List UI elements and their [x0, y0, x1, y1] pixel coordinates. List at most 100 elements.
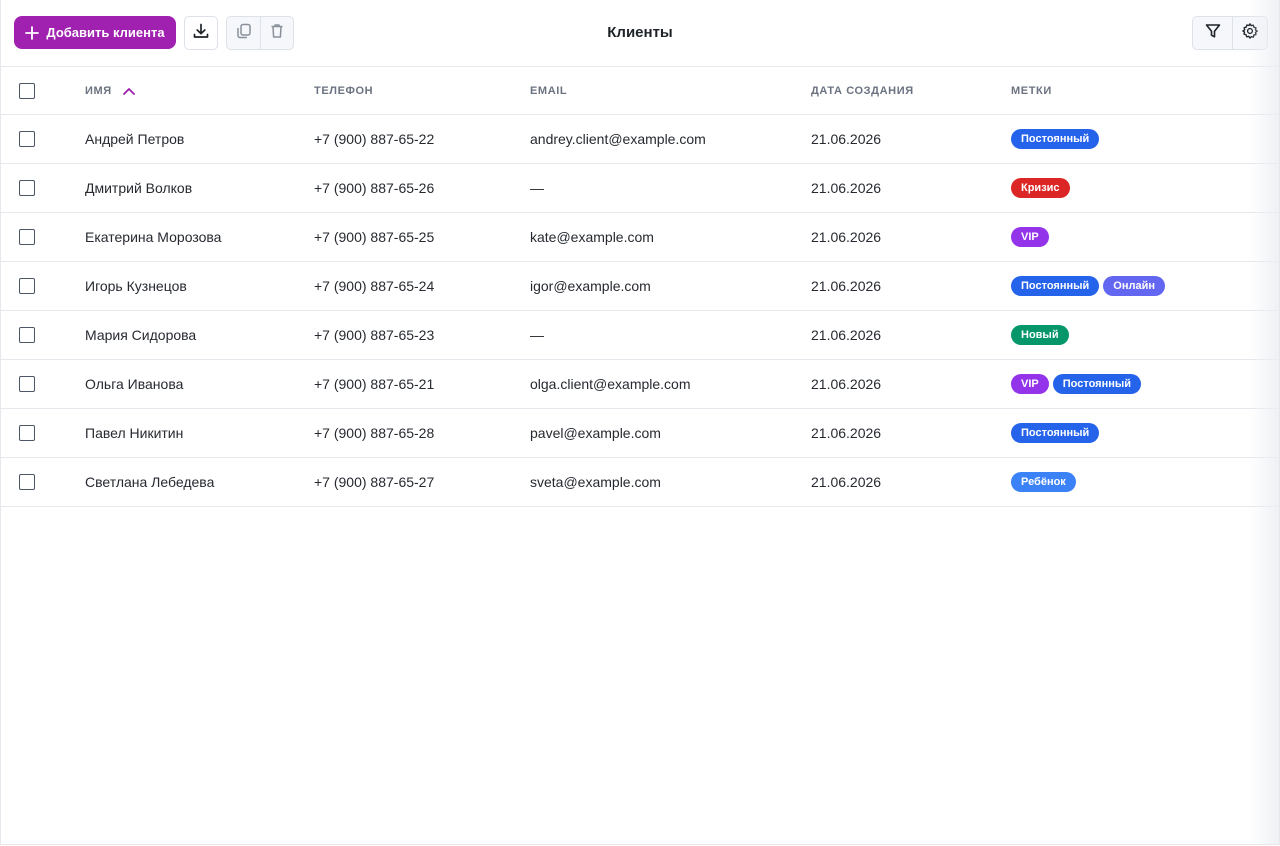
client-created-date-text: 21.06.2026	[811, 180, 882, 196]
tag-badge[interactable]: Ребёнок	[1011, 472, 1076, 492]
client-phone: +7 (900) 887-65-25	[314, 213, 434, 261]
client-phone: +7 (900) 887-65-28	[314, 409, 434, 457]
column-header-date[interactable]: Дата создания	[811, 67, 914, 114]
client-created-date-text: 21.06.2026	[811, 131, 882, 147]
client-email-text: olga.client@example.com	[530, 376, 691, 392]
row-checkbox[interactable]	[19, 180, 35, 196]
client-phone: +7 (900) 887-65-23	[314, 311, 434, 359]
row-select-cell	[19, 115, 35, 163]
client-tags: VIP Постоянный	[1011, 360, 1142, 408]
clients-table: Имя Телефон Email Дата создания Метки Ан…	[1, 67, 1279, 507]
table-row[interactable]: Андрей Петров +7 (900) 887-65-22 andrey.cl…	[1, 115, 1279, 164]
client-created-date: 21.06.2026	[811, 115, 881, 163]
client-name-text: Андрей Петров	[85, 131, 185, 147]
column-header-name[interactable]: Имя	[85, 67, 136, 114]
client-created-date: 21.06.2026	[811, 409, 881, 457]
client-email: sveta@example.com	[530, 458, 661, 506]
row-select-cell	[19, 164, 35, 212]
client-phone-text: +7 (900) 887-65-22	[314, 131, 435, 147]
client-phone-text: +7 (900) 887-65-27	[314, 474, 435, 490]
client-name-text: Мария Сидорова	[85, 327, 197, 343]
client-tags: Новый	[1011, 311, 1069, 359]
column-header-tags-label: Метки	[1011, 84, 1052, 97]
tag-badge[interactable]: Постоянный	[1011, 129, 1100, 149]
client-phone: +7 (900) 887-65-27	[314, 458, 434, 506]
table-row[interactable]: Игорь Кузнецов +7 (900) 887-65-24 igor@exa…	[1, 262, 1279, 311]
row-checkbox[interactable]	[19, 474, 35, 490]
client-created-date-text: 21.06.2026	[811, 425, 882, 441]
column-header-email[interactable]: Email	[530, 67, 567, 114]
client-name: Екатерина Морозова	[85, 213, 221, 261]
select-all-checkbox[interactable]	[19, 82, 35, 99]
table-row[interactable]: Дмитрий Волков +7 (900) 887-65-26 — 21.06.2…	[1, 164, 1279, 213]
column-header-phone[interactable]: Телефон	[314, 67, 373, 114]
row-checkbox[interactable]	[19, 327, 35, 343]
select-all-cell	[19, 67, 35, 114]
client-name: Андрей Петров	[85, 115, 184, 163]
column-header-name-label: Имя	[85, 84, 112, 97]
client-name-text: Ольга Иванова	[85, 376, 184, 392]
tag-badge[interactable]: Постоянный	[1052, 374, 1142, 394]
column-header-email-label: Email	[530, 84, 568, 97]
tag-badge[interactable]: Онлайн	[1103, 276, 1165, 296]
client-tags: Ребёнок	[1011, 458, 1076, 506]
client-created-date: 21.06.2026	[811, 164, 881, 212]
client-tags: Постоянный Онлайн	[1011, 262, 1165, 310]
row-checkbox[interactable]	[19, 131, 35, 147]
column-header-tags[interactable]: Метки	[1011, 67, 1052, 114]
client-email: igor@example.com	[530, 262, 651, 310]
client-email: —	[530, 311, 544, 359]
settings-button[interactable]	[1232, 16, 1268, 50]
client-phone: +7 (900) 887-65-21	[314, 360, 434, 408]
client-email: pavel@example.com	[530, 409, 661, 457]
row-select-cell	[19, 311, 35, 359]
view-actions-group	[1192, 16, 1268, 50]
client-created-date-text: 21.06.2026	[811, 376, 882, 392]
toolbar: Добавить клиента Клиенты	[1, 0, 1279, 67]
table-body: Андрей Петров +7 (900) 887-65-22 andrey.cl…	[1, 115, 1279, 507]
client-email-text: pavel@example.com	[530, 425, 661, 441]
filter-icon	[1204, 22, 1222, 45]
client-created-date: 21.06.2026	[811, 262, 881, 310]
table-row[interactable]: Екатерина Морозова +7 (900) 887-65-25 kate…	[1, 213, 1279, 262]
row-select-cell	[19, 213, 35, 261]
client-tags: VIP	[1011, 213, 1049, 261]
row-checkbox[interactable]	[19, 229, 35, 245]
table-row[interactable]: Павел Никитин +7 (900) 887-65-28 pavel@exa…	[1, 409, 1279, 458]
table-row[interactable]: Светлана Лебедева +7 (900) 887-65-27 sveta…	[1, 458, 1279, 507]
filter-button[interactable]	[1192, 16, 1232, 50]
tag-badge[interactable]: Постоянный	[1011, 423, 1100, 443]
client-phone: +7 (900) 887-65-22	[314, 115, 434, 163]
client-email-text: sveta@example.com	[530, 474, 661, 490]
table-row[interactable]: Ольга Иванова +7 (900) 887-65-21 olga.clie…	[1, 360, 1279, 409]
sort-ascending-icon[interactable]	[122, 86, 136, 96]
client-email-text: kate@example.com	[530, 229, 654, 245]
tag-badge[interactable]: VIP	[1011, 227, 1049, 247]
client-created-date-text: 21.06.2026	[811, 229, 882, 245]
tag-badge[interactable]: Новый	[1011, 325, 1069, 345]
row-select-cell	[19, 458, 35, 506]
client-email-text: andrey.client@example.com	[530, 131, 706, 147]
row-checkbox[interactable]	[19, 425, 35, 441]
client-tags: Кризис	[1011, 164, 1070, 212]
client-email: —	[530, 164, 544, 212]
client-phone-text: +7 (900) 887-65-25	[314, 229, 435, 245]
client-name-text: Светлана Лебедева	[85, 474, 215, 490]
client-created-date-text: 21.06.2026	[811, 474, 882, 490]
row-select-cell	[19, 409, 35, 457]
client-email-text: igor@example.com	[530, 278, 651, 294]
table-row[interactable]: Мария Сидорова +7 (900) 887-65-23 — 21.06.2…	[1, 311, 1279, 360]
client-email: olga.client@example.com	[530, 360, 691, 408]
clients-page: Добавить клиента Клиенты ИМЯ ТЕЛЕФОН EMA…	[0, 0, 1280, 845]
tag-badge[interactable]: Кризис	[1011, 178, 1070, 198]
client-name: Ольга Иванова	[85, 360, 183, 408]
page-title: Клиенты	[607, 24, 673, 41]
tag-badge[interactable]: VIP	[1011, 374, 1049, 394]
client-created-date: 21.06.2026	[811, 311, 881, 359]
client-phone-text: +7 (900) 887-65-23	[314, 327, 435, 343]
client-phone-text: +7 (900) 887-65-21	[314, 376, 435, 392]
tag-badge[interactable]: Постоянный	[1011, 276, 1100, 296]
row-checkbox[interactable]	[19, 278, 35, 294]
row-checkbox[interactable]	[19, 376, 35, 392]
client-phone: +7 (900) 887-65-26	[314, 164, 434, 212]
